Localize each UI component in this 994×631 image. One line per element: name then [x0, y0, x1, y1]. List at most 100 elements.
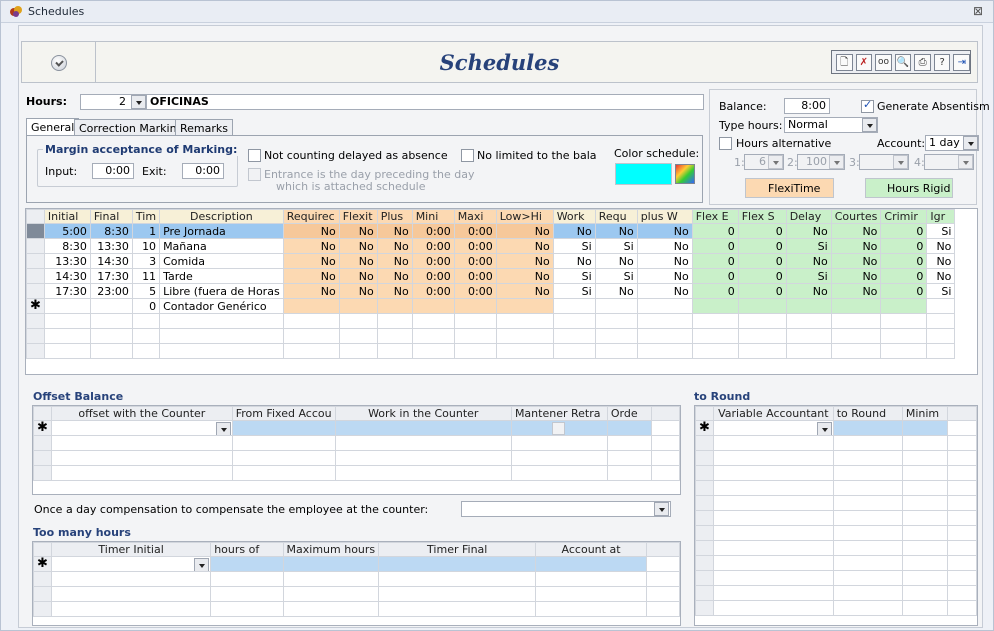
schedule-cell[interactable]: No [376, 253, 413, 269]
schedule-cell[interactable]: 0 [737, 268, 787, 284]
mantener-cell[interactable] [510, 420, 608, 436]
col-header-crimir[interactable]: Crimir [880, 209, 928, 224]
row-selector[interactable] [26, 253, 45, 269]
col-header-required[interactable]: Requirec [282, 209, 340, 224]
schedule-cell[interactable]: No [495, 268, 554, 284]
hours-alternative-checkbox[interactable] [719, 137, 732, 150]
schedule-cell[interactable]: 0 [880, 223, 928, 239]
schedule-cell[interactable]: 0 [737, 253, 787, 269]
col-header-account-at[interactable]: Account at [535, 542, 647, 557]
color-picker-icon[interactable] [675, 164, 695, 184]
schedule-cell[interactable] [691, 298, 739, 314]
schedule-cell[interactable] [926, 298, 956, 314]
schedule-row[interactable]: 17:30 23:00 5 Libre (fuera de Horas No No No 0:… [26, 283, 956, 299]
schedule-cell[interactable]: Tarde [159, 268, 284, 284]
schedule-cell[interactable]: 17:30 [43, 283, 91, 299]
timer-final-cell[interactable] [378, 556, 537, 572]
schedule-cell[interactable]: 0 [131, 298, 161, 314]
too-many-new-row[interactable]: ✱ [33, 556, 680, 572]
schedule-row[interactable]: 13:30 14:30 3 Comida No No No 0:00 0:00 No No No No 0… [26, 253, 956, 269]
schedule-cell[interactable]: No [376, 283, 413, 299]
col-header-plus-w[interactable]: plus W [636, 209, 693, 224]
schedule-cell[interactable]: No [376, 223, 413, 239]
schedule-cell[interactable]: Si [594, 238, 638, 254]
schedule-cell[interactable]: Si [552, 268, 596, 284]
schedule-cell[interactable] [636, 298, 693, 314]
col-header-flex-e[interactable]: Flex E [691, 209, 739, 224]
new-row-marker[interactable]: ✱ [26, 298, 45, 314]
schedule-cell[interactable]: Mañana [159, 238, 284, 254]
schedule-cell[interactable]: No [282, 238, 340, 254]
schedule-cell[interactable]: No [552, 223, 596, 239]
col-header-low-hi[interactable]: Low>Hi [495, 209, 554, 224]
schedule-cell[interactable]: No [338, 223, 378, 239]
schedule-cell[interactable]: No [594, 223, 638, 239]
schedule-cell[interactable]: 0:00 [411, 253, 455, 269]
col-header-requ[interactable]: Requ [594, 209, 638, 224]
schedule-cell[interactable]: 0 [880, 268, 928, 284]
schedule-cell[interactable]: No [636, 268, 693, 284]
alt-1-dropdown-icon[interactable] [768, 155, 783, 169]
schedule-cell[interactable]: No [785, 283, 832, 299]
col-header-offset-counter[interactable]: offset with the Counter [50, 406, 233, 421]
schedule-cell[interactable]: 3 [131, 253, 161, 269]
preview-icon[interactable]: 🔍 [894, 53, 912, 71]
exit-icon[interactable]: ⇥ [953, 53, 971, 71]
schedule-cell[interactable]: 8:30 [89, 223, 133, 239]
schedule-cell[interactable] [737, 298, 787, 314]
schedule-cell[interactable] [552, 298, 596, 314]
schedule-cell[interactable]: No [594, 253, 638, 269]
hours-dropdown-icon[interactable] [131, 95, 146, 109]
schedule-cell[interactable]: 8:30 [43, 238, 91, 254]
balance-field[interactable]: 8:00 [784, 98, 830, 114]
offset-counter-select[interactable] [50, 420, 233, 436]
schedule-cell[interactable]: 0 [880, 283, 928, 299]
col-header-time[interactable]: Tim [131, 209, 161, 224]
print-icon[interactable]: ⎙ [914, 53, 931, 71]
schedule-cell[interactable]: No [495, 223, 554, 239]
col-header-from-fixed[interactable]: From Fixed Accou [231, 406, 336, 421]
schedule-cell[interactable] [376, 298, 413, 314]
schedule-cell[interactable]: 0 [691, 253, 739, 269]
account-dropdown-icon[interactable] [963, 136, 978, 150]
entrance-checkbox[interactable] [248, 168, 261, 181]
schedule-cell[interactable]: 0:00 [453, 268, 497, 284]
schedule-cell[interactable]: No [785, 223, 832, 239]
schedule-cell[interactable]: No [282, 223, 340, 239]
not-counting-checkbox[interactable] [248, 149, 261, 162]
schedule-cell[interactable]: 0 [880, 238, 928, 254]
schedule-cell[interactable]: No [636, 253, 693, 269]
delete-icon[interactable]: ✗ [855, 53, 873, 71]
schedule-cell[interactable] [495, 298, 554, 314]
minim-cell[interactable] [901, 420, 949, 436]
schedule-cell[interactable]: Si [552, 283, 596, 299]
schedule-cell[interactable]: 13:30 [43, 253, 91, 269]
hours-of-cell[interactable] [210, 556, 284, 572]
schedule-cell[interactable]: 11 [131, 268, 161, 284]
schedule-cell[interactable]: No [636, 238, 693, 254]
timer-initial-select[interactable] [50, 556, 212, 572]
compensation-select[interactable] [461, 501, 671, 517]
schedule-cell[interactable] [411, 298, 455, 314]
generate-absentism-checkbox[interactable] [861, 98, 874, 113]
schedule-cell[interactable] [43, 298, 91, 314]
col-header-delay[interactable]: Delay [785, 209, 832, 224]
account-at-cell[interactable] [535, 556, 647, 572]
alt-3-dropdown-icon[interactable] [893, 155, 908, 169]
schedule-cell[interactable]: No [785, 253, 832, 269]
schedule-cell[interactable]: No [495, 283, 554, 299]
col-header-mini[interactable]: Mini [411, 209, 455, 224]
col-header-orde[interactable]: Orde [606, 406, 652, 421]
schedule-cell[interactable]: No [338, 283, 378, 299]
col-header-description[interactable]: Description [159, 209, 284, 224]
schedule-cell[interactable]: No [282, 283, 340, 299]
schedule-cell[interactable]: 5:00 [43, 223, 91, 239]
schedule-cell[interactable]: No [926, 238, 956, 254]
schedule-cell[interactable]: 0:00 [453, 223, 497, 239]
row-selector[interactable] [26, 223, 45, 239]
col-header-timer-final[interactable]: Timer Final [378, 542, 537, 557]
schedule-cell[interactable] [880, 298, 928, 314]
variable-accountant-dropdown-icon[interactable] [816, 422, 832, 435]
schedule-cell[interactable]: No [338, 238, 378, 254]
schedule-cell[interactable]: No [830, 283, 882, 299]
